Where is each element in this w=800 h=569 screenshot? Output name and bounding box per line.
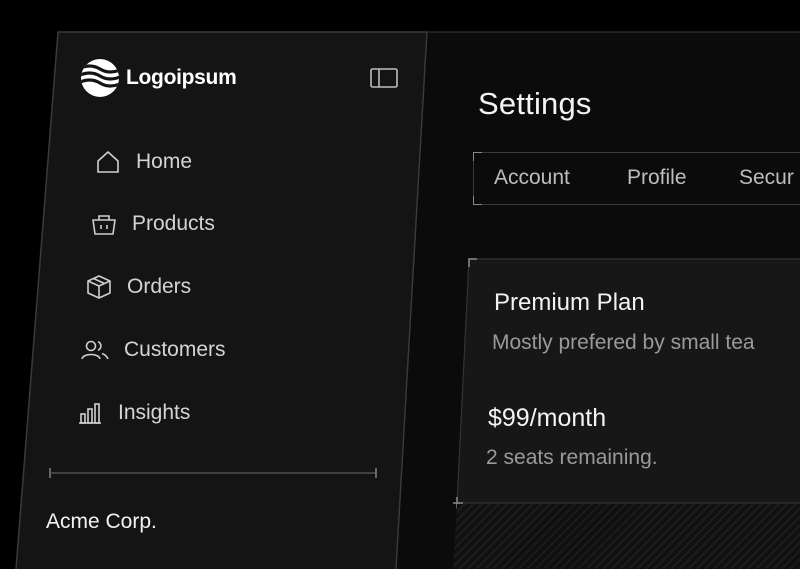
plan-price: $99/month [488,404,607,432]
sidebar-divider [49,468,377,478]
sidebar-toggle-button[interactable] [368,64,400,92]
settings-tabs: Account Profile Secur [473,152,800,205]
basket-icon [92,215,116,235]
plan-seats: 2 seats remaining. [486,446,658,469]
sidebar-item-insights[interactable]: Insights [76,399,190,427]
sidebar-item-products[interactable]: Products [90,210,215,238]
sidebar-item-label: Products [132,212,215,235]
users-icon [81,340,109,360]
sidebar-item-label: Customers [124,338,226,361]
sidebar-item-label: Insights [118,401,191,424]
sidebar-item-customers[interactable]: Customers [80,336,226,364]
logo-mark-icon [81,59,119,97]
sidebar-toggle-icon [370,68,398,88]
tab-profile[interactable]: Profile [627,166,687,190]
tabs-corner-marker [473,152,482,161]
workspace-switcher[interactable]: Acme Corp. [46,510,157,534]
brand-name: Logoipsum [126,66,237,89]
plan-description: Mostly prefered by small tea [492,331,755,354]
package-icon [87,275,111,299]
app-window: Logoipsum Home Products Orders Customers… [0,0,800,569]
sidebar-item-home[interactable]: Home [94,148,192,176]
sidebar-item-orders[interactable]: Orders [85,273,191,301]
tab-security[interactable]: Secur [739,166,794,190]
bar-chart-icon [79,403,101,424]
sidebar-item-label: Orders [127,275,192,298]
plan-title: Premium Plan [494,289,645,316]
page-title: Settings [478,86,592,121]
home-icon [97,151,119,173]
brand-logo[interactable]: Logoipsum [80,58,237,98]
tab-account[interactable]: Account [494,166,570,190]
sidebar-item-label: Home [136,150,193,173]
tabs-corner-marker [473,196,482,205]
